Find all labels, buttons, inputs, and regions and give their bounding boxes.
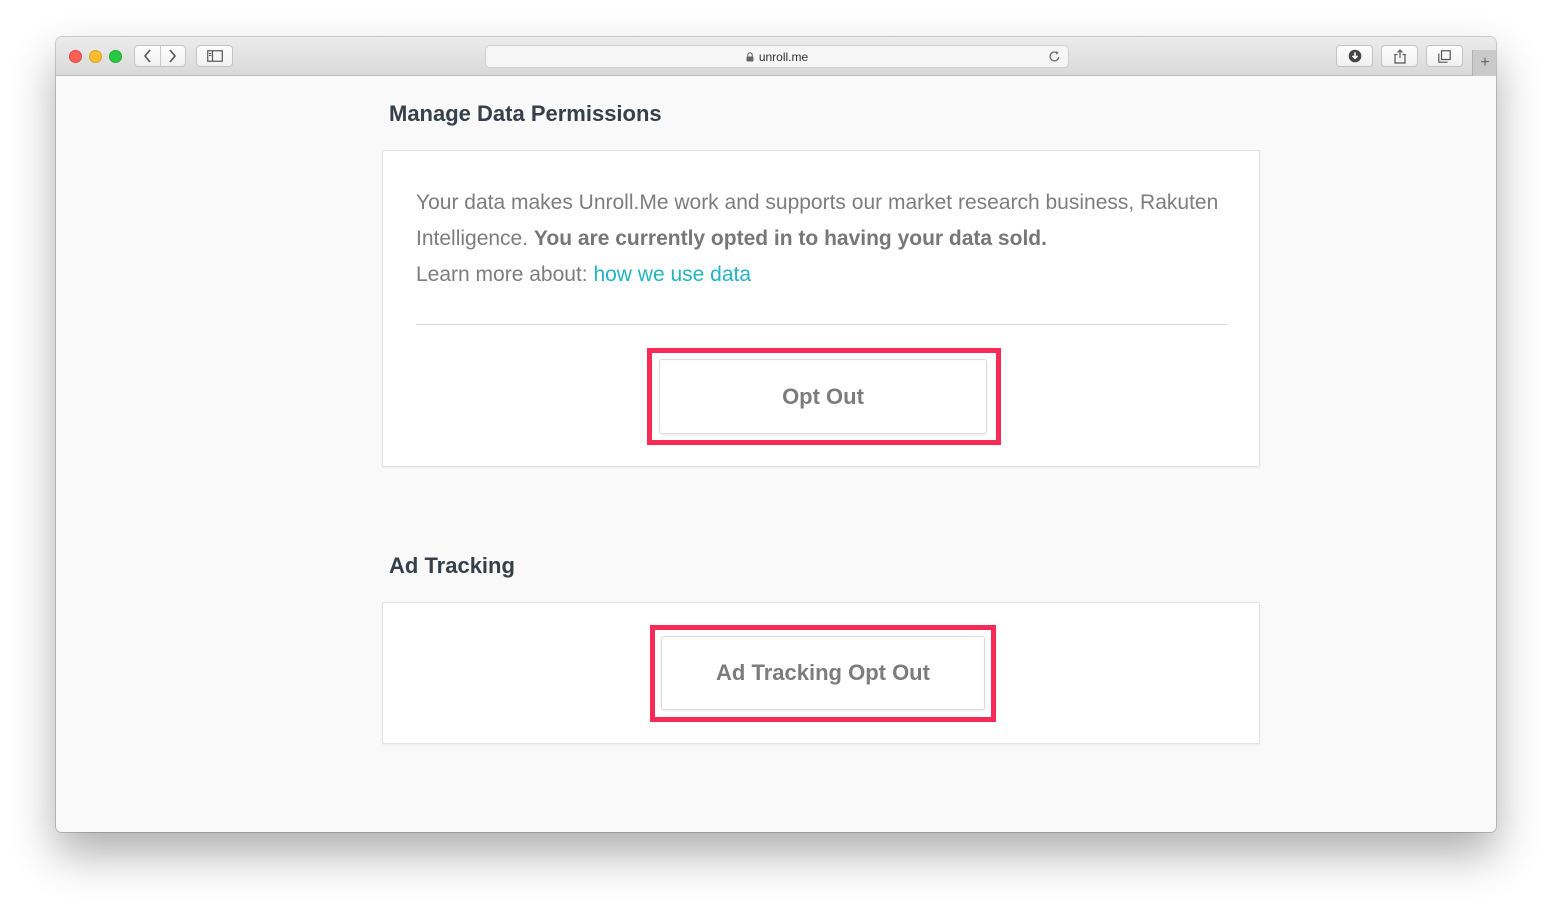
sidebar-button[interactable] bbox=[196, 45, 233, 67]
opt-out-button[interactable]: Opt Out bbox=[659, 359, 987, 434]
minimize-window-button[interactable] bbox=[89, 50, 102, 63]
card-divider bbox=[416, 324, 1228, 325]
tabs-overview-button[interactable] bbox=[1426, 45, 1463, 67]
data-permissions-title: Manage Data Permissions bbox=[389, 101, 662, 126]
sidebar-icon bbox=[206, 50, 223, 62]
learn-more-prefix: Learn more about: bbox=[416, 263, 594, 286]
downloads-button[interactable] bbox=[1336, 45, 1373, 67]
share-button[interactable] bbox=[1381, 45, 1418, 67]
chevron-right-icon bbox=[169, 49, 177, 63]
close-window-button[interactable] bbox=[69, 50, 82, 63]
share-icon bbox=[1393, 48, 1406, 64]
new-tab-button[interactable]: + bbox=[1472, 50, 1496, 76]
url-text: unroll.me bbox=[758, 49, 809, 64]
chevron-left-icon bbox=[143, 49, 151, 63]
how-we-use-data-link[interactable]: how we use data bbox=[593, 263, 751, 286]
browser-window: unroll.me + Manage Data Permissions Your… bbox=[56, 37, 1496, 832]
back-button[interactable] bbox=[135, 46, 160, 66]
reload-icon[interactable] bbox=[1048, 50, 1061, 63]
plus-icon: + bbox=[1480, 54, 1490, 71]
ad-tracking-opt-out-button[interactable]: Ad Tracking Opt Out bbox=[661, 636, 985, 710]
ad-tracking-card: Ad Tracking Opt Out bbox=[382, 602, 1260, 744]
opt-in-status-text: You are currently opted in to having you… bbox=[533, 227, 1047, 250]
history-nav-group bbox=[134, 45, 186, 67]
forward-button[interactable] bbox=[159, 46, 186, 66]
address-bar[interactable]: unroll.me bbox=[485, 45, 1069, 68]
download-icon bbox=[1348, 49, 1361, 63]
data-permissions-card: Your data makes Unroll.Me work and suppo… bbox=[382, 150, 1260, 467]
data-permissions-description: Your data makes Unroll.Me work and suppo… bbox=[416, 185, 1228, 293]
page-content: Manage Data Permissions Your data makes … bbox=[56, 76, 1496, 832]
zoom-window-button[interactable] bbox=[109, 50, 122, 63]
browser-toolbar: unroll.me + bbox=[56, 37, 1496, 76]
ad-tracking-title: Ad Tracking bbox=[389, 553, 515, 578]
lock-icon bbox=[746, 51, 754, 62]
tabs-overview-icon bbox=[1438, 49, 1451, 63]
